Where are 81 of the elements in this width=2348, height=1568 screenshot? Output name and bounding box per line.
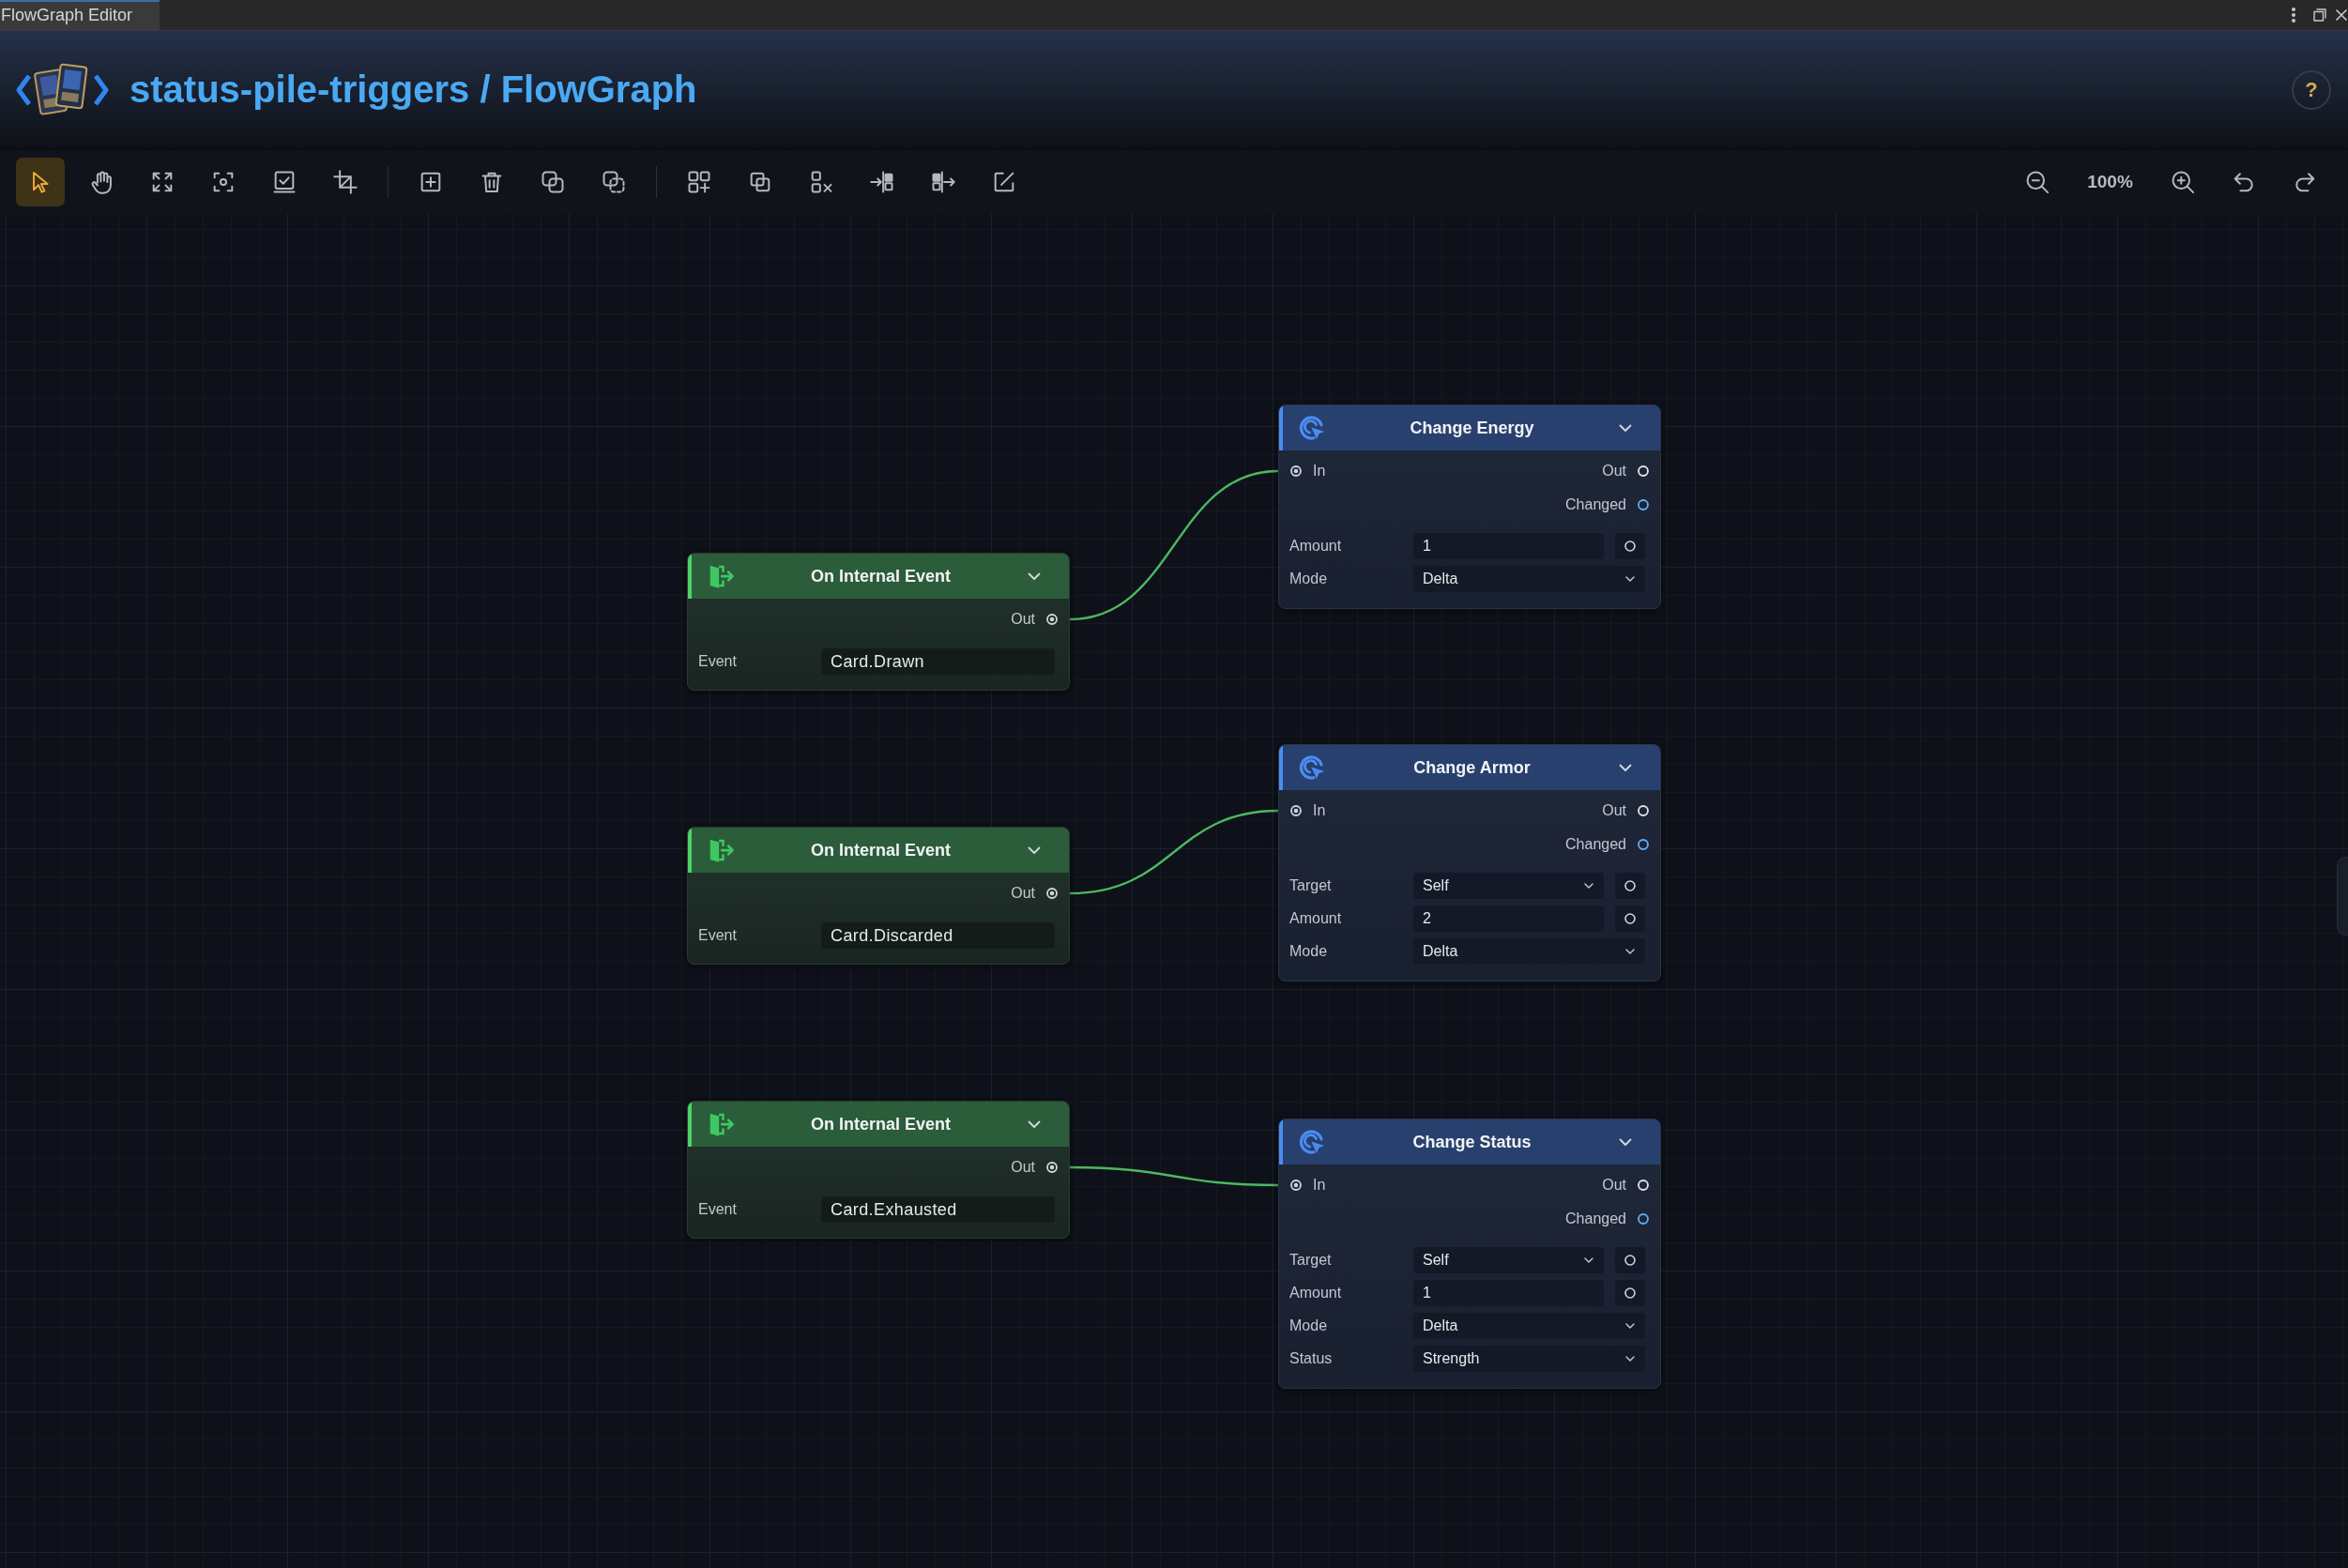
node-title: On Internal Event [810,566,952,586]
input-field[interactable]: Card.Exhausted [821,1196,1055,1223]
port-label: Out [1011,1159,1035,1176]
input-field[interactable]: Card.Discarded [821,922,1055,949]
field-label: Status [1289,1350,1334,1367]
port-label: Out [1602,802,1626,819]
kebab-menu-icon[interactable] [2291,7,2296,23]
target-cursor-icon [1298,1128,1326,1156]
port-ring-icon[interactable] [1290,805,1302,816]
node-title: Change Energy [1409,418,1535,438]
input-port-icon[interactable] [1615,1247,1645,1273]
node-header[interactable]: On Internal Event [688,828,1069,873]
field-label: Mode [1289,1317,1329,1334]
node-title: On Internal Event [810,1114,952,1134]
node-title: Change Armor [1412,757,1532,778]
dropdown[interactable]: Strength [1413,1346,1645,1372]
field-label: Amount [1289,1285,1343,1302]
input-port-icon[interactable] [1615,1280,1645,1306]
port-ring-icon[interactable] [1290,465,1302,477]
input-field[interactable]: 1 [1413,533,1604,559]
chevron-down-icon [1583,1255,1594,1266]
port-label: In [1313,802,1326,819]
input-field[interactable]: Card.Drawn [821,648,1055,675]
editor-tab[interactable]: FlowGraph Editor [0,0,160,30]
chevron-down-icon [1624,1320,1636,1332]
field-label: Mode [1289,943,1329,960]
crop-icon [332,168,358,195]
field-label: Event [698,927,738,944]
field-label: Event [698,653,738,670]
dropdown[interactable]: Self [1413,1247,1604,1273]
chevron-down-icon [1624,573,1636,585]
port-ring-icon[interactable] [1046,1162,1058,1173]
dropdown[interactable]: Delta [1413,566,1645,592]
port-label: In [1313,1177,1326,1194]
help-button[interactable]: ? [2292,69,2331,110]
node-header[interactable]: Change Armor [1279,745,1660,790]
port-label: In [1313,463,1326,480]
close-icon[interactable] [2335,8,2348,22]
node-header[interactable]: Change Status [1279,1119,1660,1165]
chevron-down-icon [1624,946,1636,957]
restore-window-icon[interactable] [2313,8,2326,22]
port-ring-icon[interactable] [1290,1180,1302,1191]
port-label: Out [1602,463,1626,480]
port-label: Out [1602,1177,1626,1194]
dropdown[interactable]: Delta [1413,1313,1645,1339]
zoom-level-text: 100% [2086,171,2134,192]
dropdown[interactable]: Delta [1413,938,1645,965]
field-label: Target [1289,877,1333,894]
node-title: On Internal Event [810,840,952,860]
port-ring-icon[interactable] [1638,1213,1649,1225]
field-label: Amount [1289,910,1343,927]
node-header[interactable]: On Internal Event [688,554,1069,599]
port-ring-icon[interactable] [1046,614,1058,625]
dropdown[interactable]: Self [1413,873,1604,899]
target-cursor-icon [1298,414,1326,442]
field-label: Mode [1289,571,1329,587]
field-label: Event [698,1201,738,1218]
input-port-icon[interactable] [1615,873,1645,899]
node-header[interactable]: On Internal Event [688,1102,1069,1147]
port-label: Changed [1565,1210,1626,1227]
side-panel-handle[interactable] [2337,857,2348,936]
node-header[interactable]: Change Energy [1279,405,1660,450]
input-field[interactable]: 2 [1413,906,1604,932]
select-tool-button[interactable] [16,157,65,206]
port-ring-icon[interactable] [1046,888,1058,899]
graph-title: status-pile-triggers / FlowGraph [130,69,697,111]
chevron-down-icon [1624,1353,1636,1364]
port-label: Changed [1565,836,1626,853]
port-label: Out [1011,611,1035,628]
input-port-icon[interactable] [1615,906,1645,932]
field-label: Amount [1289,538,1343,555]
port-ring-icon[interactable] [1638,839,1649,850]
port-label: Changed [1565,496,1626,513]
input-field[interactable]: 1 [1413,1280,1604,1306]
field-label: Target [1289,1252,1333,1269]
port-label: Out [1011,885,1035,902]
chevron-down-icon [1583,880,1594,891]
port-ring-icon[interactable] [1638,499,1649,510]
target-cursor-icon [1298,754,1326,782]
node-title: Change Status [1411,1132,1532,1152]
input-port-icon[interactable] [1615,533,1645,559]
